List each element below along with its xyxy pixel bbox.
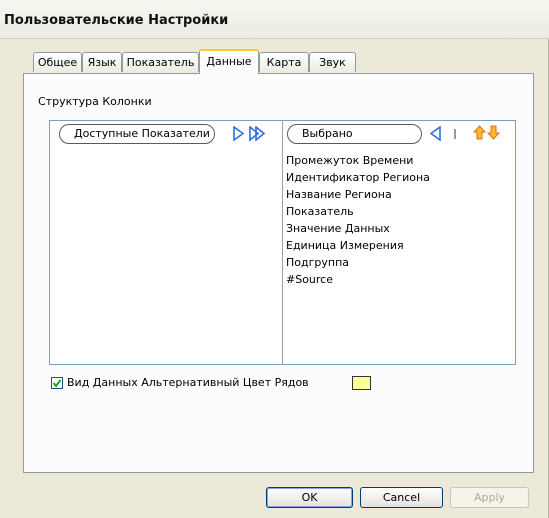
alt-row-color-checkbox[interactable]: [51, 377, 63, 389]
cancel-button[interactable]: Cancel: [360, 487, 443, 508]
selected-header[interactable]: Выбрано: [287, 124, 422, 144]
window-title: Пользовательские Настройки: [4, 13, 229, 28]
available-indicators-header[interactable]: Доступные Показатели: [59, 124, 215, 144]
list-item[interactable]: Подгруппа: [286, 254, 430, 271]
selected-list: Промежуток Времени Идентификатор Региона…: [286, 152, 430, 288]
checkmark-icon: [52, 379, 62, 388]
move-right-icon[interactable]: [232, 126, 244, 141]
title-bar[interactable]: Пользовательские Настройки: [0, 0, 549, 39]
settings-dialog: Пользовательские Настройки Общее Язык По…: [0, 0, 549, 518]
list-item[interactable]: Значение Данных: [286, 220, 430, 237]
listbox-divider: [282, 120, 283, 365]
tab-sound[interactable]: Звук: [309, 52, 356, 72]
tab-language[interactable]: Язык: [82, 52, 122, 72]
tab-data[interactable]: Данные: [199, 49, 259, 74]
apply-button[interactable]: Apply: [450, 487, 529, 508]
list-item[interactable]: #Source: [286, 271, 430, 288]
list-item[interactable]: Единица Измерения: [286, 237, 430, 254]
list-item[interactable]: Название Региона: [286, 186, 430, 203]
tab-indicator[interactable]: Показатель: [122, 52, 199, 72]
move-all-right-icon[interactable]: [249, 126, 267, 141]
list-item[interactable]: Показатель: [286, 203, 430, 220]
move-down-icon[interactable]: [487, 125, 500, 141]
move-left-icon[interactable]: [430, 126, 442, 141]
column-structure-label: Структура Колонки: [38, 95, 152, 108]
list-item[interactable]: Промежуток Времени: [286, 152, 430, 169]
alt-row-color-swatch[interactable]: [352, 376, 371, 390]
separator-icon: [454, 129, 456, 139]
ok-button[interactable]: OK: [266, 487, 353, 508]
move-up-icon[interactable]: [473, 125, 486, 141]
tab-map[interactable]: Карта: [259, 52, 309, 72]
list-item[interactable]: Идентификатор Региона: [286, 169, 430, 186]
alt-row-color-label: Вид Данных Альтернативный Цвет Рядов: [67, 376, 309, 389]
tab-general[interactable]: Общее: [33, 52, 82, 72]
